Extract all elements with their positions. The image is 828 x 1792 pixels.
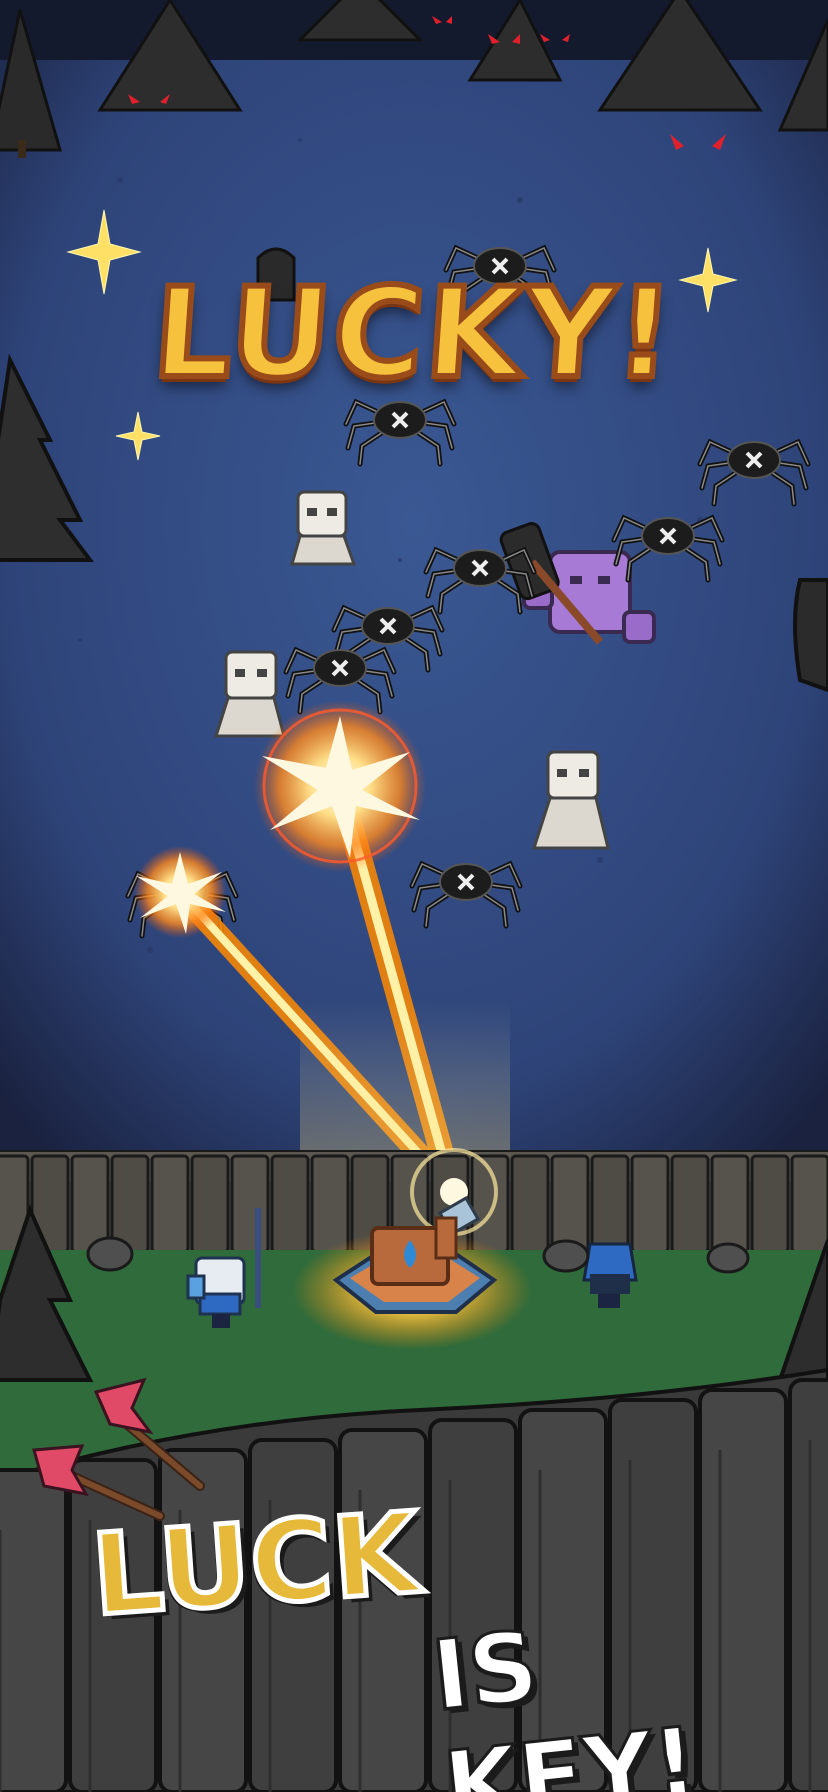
rock-right xyxy=(793,578,828,693)
skeleton-enemy xyxy=(290,490,357,566)
battlefield-ground xyxy=(0,0,828,1160)
game-scene: LUCKY! LUCK IS KEY! xyxy=(0,0,828,1792)
explosion-small xyxy=(134,846,226,938)
explosion-large xyxy=(254,700,426,872)
battlefield xyxy=(0,0,828,1792)
tombstone xyxy=(256,247,296,302)
skeleton-enemy xyxy=(213,650,286,738)
